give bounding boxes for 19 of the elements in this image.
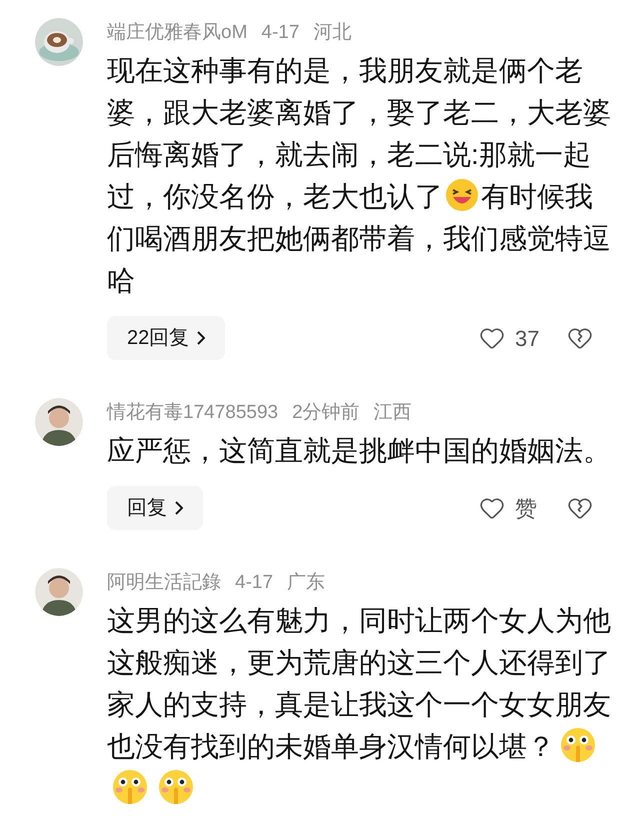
replies-button[interactable]: 22回复 <box>107 316 226 360</box>
laughing-emoji-icon <box>445 178 479 212</box>
shushing-emoji-icon <box>111 768 149 806</box>
comment-text: 现在这种事有的是，我朋友就是俩个老婆，跟大老婆离婚了，娶了老二，大老婆后悔离婚了，就去闹，老二说:那就一起过，你没名份，老大也认了 有时候我们喝酒朋友把她俩都带着，我们感觉特逗哈 <box>107 54 612 298</box>
chevron-icon <box>197 331 206 345</box>
comment-time: 4-17 <box>261 21 300 45</box>
comment-location: 江西 <box>374 401 412 425</box>
comment-location: 河北 <box>313 21 352 45</box>
chevron-icon <box>175 501 183 515</box>
shushing-emoji-icon <box>157 768 195 806</box>
comment-time: 2分钟前 <box>292 401 360 425</box>
replies-button[interactable]: 回复 <box>107 486 203 530</box>
comment-text: 这男的这么有魅力，同时让两个女人为他这般痴迷，更为荒唐的这三个人还得到了家人的支持，真是让我这个一个女女朋友也没有找到的未婚单身汉情何以堪？ <box>107 600 612 810</box>
comment-text: 应严惩，这简直就是挑衅中国的婚姻法。 <box>107 434 612 468</box>
comment-time: 4-17 <box>235 571 274 595</box>
like-button[interactable]: 赞 <box>479 492 557 524</box>
comment-location: 广东 <box>287 571 326 595</box>
like-button[interactable]: 37 <box>479 322 557 354</box>
shushing-emoji-icon <box>559 726 597 764</box>
